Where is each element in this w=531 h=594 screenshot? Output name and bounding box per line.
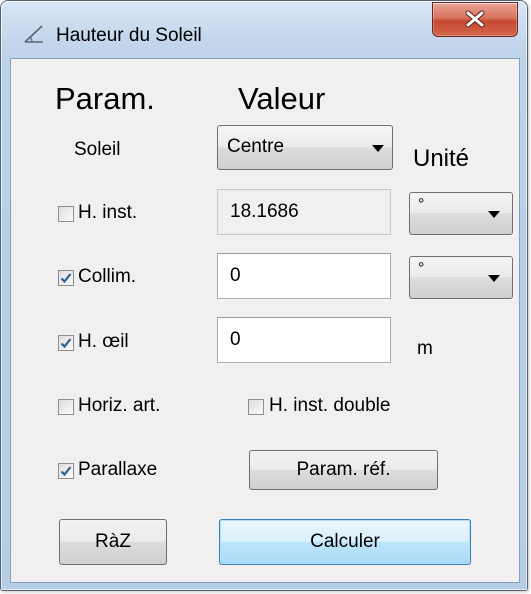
dialog-window: Hauteur du Soleil Param. Valeur Unité So… xyxy=(0,0,528,591)
header-unite: Unité xyxy=(413,145,470,172)
collim-label: Collim. xyxy=(78,266,137,287)
reset-button[interactable]: RàZ xyxy=(59,519,167,565)
window-title: Hauteur du Soleil xyxy=(56,25,202,46)
h-inst-value: 18.1686 xyxy=(217,189,391,235)
angle-icon xyxy=(24,25,43,43)
horiz-art-checkbox[interactable] xyxy=(58,399,74,415)
calculate-button[interactable]: Calculer xyxy=(219,519,471,565)
h-oeil-input[interactable]: 0 xyxy=(217,317,391,363)
parallaxe-checkbox[interactable] xyxy=(58,463,74,479)
chevron-down-icon xyxy=(372,145,384,152)
header-param: Param. xyxy=(55,81,155,116)
title-bar[interactable]: Hauteur du Soleil xyxy=(1,1,527,57)
soleil-label: Soleil xyxy=(74,139,121,160)
soleil-select[interactable]: Centre xyxy=(217,125,393,170)
collim-checkbox[interactable] xyxy=(58,270,74,286)
collim-unit-select[interactable]: ° xyxy=(409,256,513,299)
parallaxe-label: Parallaxe xyxy=(78,459,158,480)
soleil-select-value: Centre xyxy=(227,136,285,157)
h-inst-unit-value: ° xyxy=(418,196,425,213)
close-icon xyxy=(465,10,485,28)
chevron-down-icon xyxy=(488,211,500,218)
h-inst-checkbox[interactable] xyxy=(58,206,74,222)
h-oeil-unit: m xyxy=(417,338,433,359)
collim-unit-value: ° xyxy=(418,260,425,277)
h-inst-double-label: H. inst. double xyxy=(269,395,391,416)
dialog-client-area: Param. Valeur Unité Soleil Centre H. ins… xyxy=(10,58,520,583)
h-inst-label: H. inst. xyxy=(78,202,138,223)
collim-input[interactable]: 0 xyxy=(217,253,391,299)
close-button[interactable] xyxy=(432,2,518,37)
param-ref-button[interactable]: Param. réf. xyxy=(249,450,438,490)
h-oeil-checkbox[interactable] xyxy=(58,335,74,351)
chevron-down-icon xyxy=(488,275,500,282)
check-icon xyxy=(60,338,72,349)
h-oeil-label: H. œil xyxy=(78,331,129,352)
h-inst-double-checkbox[interactable] xyxy=(248,399,264,415)
horiz-art-label: Horiz. art. xyxy=(78,395,161,416)
header-valeur: Valeur xyxy=(238,81,326,116)
h-inst-unit-select[interactable]: ° xyxy=(409,192,513,235)
check-icon xyxy=(60,466,72,477)
check-icon xyxy=(60,273,72,284)
